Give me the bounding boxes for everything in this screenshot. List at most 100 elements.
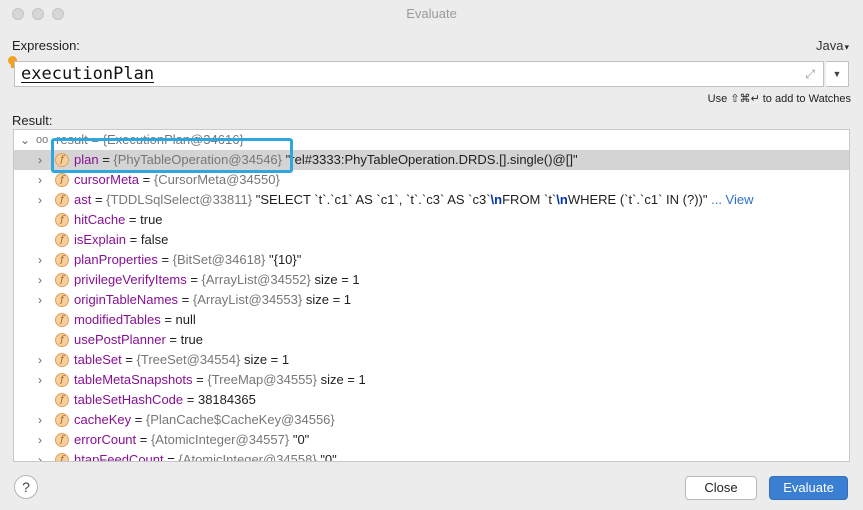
field-type: {AtomicInteger@34558} (178, 452, 317, 462)
object-icon: oo (36, 134, 49, 146)
field-value: null (175, 312, 196, 327)
tree-row[interactable]: › f originTableNames = {ArrayList@34553} s… (14, 290, 849, 310)
language-label: Java (816, 38, 844, 53)
history-dropdown-button[interactable]: ▼ (826, 61, 849, 87)
field-type: {TreeSet@34554} (136, 352, 241, 367)
expression-text[interactable]: executionPlan (21, 64, 154, 84)
tree-row[interactable]: f hitCache = true (14, 210, 849, 230)
chevron-down-icon: ▼ (832, 69, 842, 79)
chevron-right-icon[interactable]: › (38, 270, 48, 290)
field-icon: f (55, 413, 69, 427)
field-value: "0" (320, 452, 337, 462)
tree-row[interactable]: › f plan = {PhyTableOperation@34546} "rel#… (14, 150, 849, 170)
help-icon: ? (22, 479, 30, 495)
field-value-part: FROM `t` (502, 192, 557, 207)
field-name: isExplain (74, 232, 127, 247)
tree-row[interactable]: › f privilegeVerifyItems = {ArrayList@3455… (14, 270, 849, 290)
field-icon: f (55, 453, 69, 461)
field-name: planProperties (74, 252, 158, 267)
tree-row[interactable]: f modifiedTables = null (14, 310, 849, 330)
watches-hint: Use ⇧⌘↵ to add to Watches (707, 93, 851, 105)
field-name: plan (74, 152, 99, 167)
help-button[interactable]: ? (14, 475, 38, 499)
view-link[interactable]: ... View (711, 192, 753, 207)
tree-row[interactable]: f tableSetHashCode = 38184365 (14, 390, 849, 410)
expand-icon[interactable]: ⤢ (805, 67, 815, 82)
field-name: tableSet (74, 352, 122, 367)
field-icon: f (55, 233, 69, 247)
field-type: {TDDLSqlSelect@33811} (106, 192, 253, 207)
field-icon: f (55, 393, 69, 407)
field-value-part: \n (556, 192, 568, 207)
tree-row[interactable]: › f cacheKey = {PlanCache$CacheKey@34556} (14, 410, 849, 430)
chevron-down-icon: ▾ (844, 42, 849, 52)
chevron-right-icon[interactable]: › (38, 170, 48, 190)
field-icon: f (55, 213, 69, 227)
field-type: {TreeMap@34555} (207, 372, 317, 387)
expression-label: Expression: (12, 38, 80, 53)
field-type: {ArrayList@34553} (192, 292, 303, 307)
field-value: 38184365 (197, 392, 256, 407)
field-icon: f (55, 433, 69, 447)
chevron-right-icon[interactable]: › (38, 250, 48, 270)
field-value: size = 1 (320, 372, 366, 387)
field-name: modifiedTables (74, 312, 161, 327)
field-name: ast (74, 192, 92, 207)
result-tree[interactable]: ⌄ oo result = {ExecutionPlan@34616} › f pl… (13, 129, 850, 462)
field-icon: f (55, 253, 69, 267)
tree-row[interactable]: › f tableMetaSnapshots = {TreeMap@34555} s… (14, 370, 849, 390)
field-icon: f (55, 333, 69, 347)
field-type: {CursorMeta@34550} (153, 172, 280, 187)
field-value: size = 1 (243, 352, 290, 367)
title-bar: Evaluate (0, 0, 863, 28)
field-type: {ArrayList@34552} (201, 272, 311, 287)
tree-row[interactable]: f usePostPlanner = true (14, 330, 849, 350)
chevron-right-icon[interactable]: › (38, 350, 48, 370)
field-name: originTableNames (74, 292, 179, 307)
chevron-right-icon[interactable]: › (38, 150, 48, 170)
chevron-right-icon[interactable]: › (38, 430, 48, 450)
field-value: true (180, 332, 204, 347)
field-value: true (140, 212, 163, 227)
field-value: "0" (292, 432, 310, 447)
field-value-part: \n (490, 192, 503, 207)
tree-row[interactable]: › f htapFeedCount = {AtomicInteger@34558} … (14, 450, 849, 462)
field-value: size = 1 (305, 292, 352, 307)
root-name: result (56, 132, 88, 147)
chevron-right-icon[interactable]: › (38, 410, 48, 430)
field-name: tableMetaSnapshots (74, 372, 193, 387)
field-icon: f (55, 153, 69, 167)
chevron-down-icon[interactable]: ⌄ (20, 130, 30, 150)
chevron-right-icon[interactable]: › (38, 190, 48, 210)
field-icon: f (55, 313, 69, 327)
chevron-right-icon[interactable]: › (38, 370, 48, 390)
evaluate-button[interactable]: Evaluate (769, 476, 848, 500)
tree-row[interactable]: › f errorCount = {AtomicInteger@34557} "0" (14, 430, 849, 450)
field-type: {PhyTableOperation@34546} (113, 152, 283, 167)
field-type: {AtomicInteger@34557} (150, 432, 290, 447)
field-value: "{10}" (269, 252, 302, 267)
language-selector[interactable]: Java▾ (816, 38, 849, 53)
field-value: false (140, 232, 169, 247)
tree-row[interactable]: › f ast = {TDDLSqlSelect@33811} "SELECT `t… (14, 190, 849, 210)
window-title: Evaluate (406, 6, 457, 21)
tree-row[interactable]: › f cursorMeta = {CursorMeta@34550} (14, 170, 849, 190)
field-type: {PlanCache$CacheKey@34556} (145, 412, 335, 427)
field-icon: f (55, 273, 69, 287)
close-button[interactable]: Close (685, 476, 757, 500)
field-name: errorCount (74, 432, 137, 447)
expression-input[interactable]: executionPlan ⤢ (14, 61, 824, 87)
field-type: {BitSet@34618} (172, 252, 266, 267)
tree-row[interactable]: › f planProperties = {BitSet@34618} "{10}" (14, 250, 849, 270)
field-name: cursorMeta (74, 172, 140, 187)
field-name: htapFeedCount (74, 452, 164, 462)
field-value-part: WHERE (`t`.`c1` IN (?))" (567, 192, 708, 207)
tree-row[interactable]: f isExplain = false (14, 230, 849, 250)
field-name: usePostPlanner (74, 332, 166, 347)
chevron-right-icon[interactable]: › (38, 290, 48, 310)
field-icon: f (55, 193, 69, 207)
field-value: size = 1 (314, 272, 360, 287)
tree-row[interactable]: › f tableSet = {TreeSet@34554} size = 1 (14, 350, 849, 370)
tree-root-row[interactable]: ⌄ oo result = {ExecutionPlan@34616} (14, 130, 849, 150)
chevron-right-icon[interactable]: › (38, 450, 48, 461)
